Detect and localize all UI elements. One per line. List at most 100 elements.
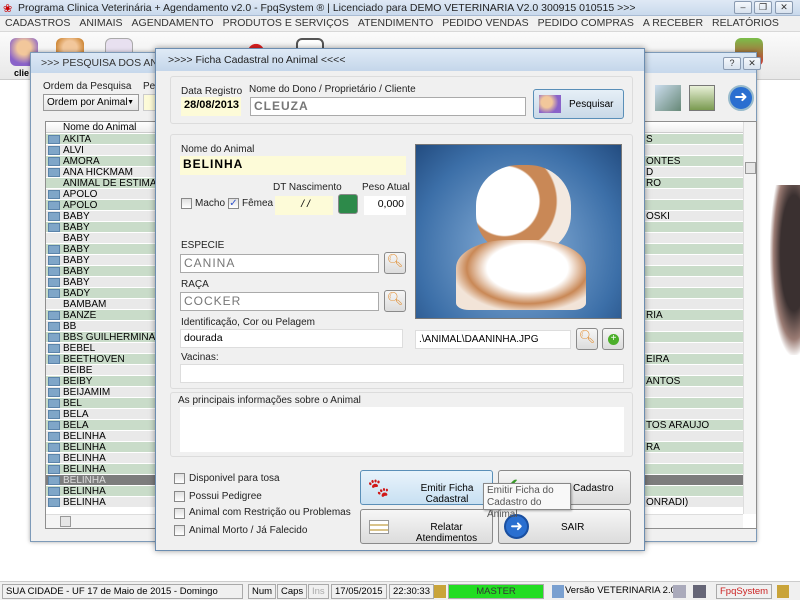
macho-checkbox[interactable] — [181, 198, 192, 209]
form-titlebar: >>>> Ficha Cadastral no Animal <<<< — [156, 49, 644, 71]
ident-label: Identificação, Cor ou Pelagem — [181, 317, 315, 328]
status-version: Versão VETERINARIA 2.0 — [565, 585, 676, 596]
menu-produtos-servicos[interactable]: PRODUTOS E SERVIÇOS — [218, 16, 353, 29]
record-icon — [48, 355, 60, 364]
peso-label: Peso Atual — [362, 182, 410, 193]
data-registro-field[interactable]: 28/08/2013 — [181, 97, 241, 116]
minimize-button[interactable]: – — [734, 1, 752, 14]
menu-relatorios[interactable]: RELATÓRIOS — [707, 16, 783, 29]
especie-label: ESPECIE — [181, 240, 225, 251]
chevron-down-icon: ▼ — [127, 99, 134, 106]
order-select[interactable]: Ordem por Animal ▼ — [43, 94, 139, 111]
especie-field[interactable]: CANINA — [180, 254, 379, 273]
status-num: Num — [248, 584, 277, 599]
pesquisar-button[interactable]: Pesquisar — [533, 89, 624, 119]
photo-path-field[interactable]: .\ANIMAL\DAANINHA.JPG — [415, 330, 571, 349]
menu-cadastros[interactable]: CADASTROS — [0, 16, 74, 29]
owner-name-cell: ONTES — [646, 156, 681, 167]
status-bar: SUA CIDADE - UF 17 de Maio de 2015 - Dom… — [0, 581, 800, 600]
animal-name-cell: BEIBY — [63, 376, 93, 387]
animal-name-cell: BELA — [63, 409, 89, 420]
menu-animais[interactable]: ANIMAIS — [74, 16, 126, 29]
pedigree-checkbox[interactable] — [174, 491, 185, 502]
info-textarea[interactable] — [180, 407, 624, 452]
restore-button[interactable]: ❐ — [754, 1, 772, 14]
help-button[interactable]: ? — [723, 57, 741, 70]
report-icon[interactable] — [689, 85, 715, 111]
status-time: 22:30:33 — [389, 584, 434, 599]
title-bar: ❀ Programa Clinica Veterinária + Agendam… — [0, 0, 800, 16]
record-icon — [48, 245, 60, 254]
owner-name-cell: ANTOS — [646, 376, 681, 387]
ident-field[interactable]: dourada — [180, 329, 403, 348]
tosa-label: Disponivel para tosa — [189, 473, 280, 484]
animal-name-cell: BELINHA — [63, 464, 106, 475]
magnifier-icon: 🔍︎ — [386, 253, 404, 268]
record-icon — [48, 498, 60, 507]
order-label: Ordem da Pesquisa — [43, 81, 132, 92]
pesquisar-label: Pesquisar — [569, 99, 614, 110]
dt-nascimento-field[interactable]: / / — [275, 196, 333, 215]
animal-name-cell: BBS GUILHERMINA — [63, 332, 156, 343]
dt-nascimento-label: DT Nascimento — [273, 182, 342, 193]
printer-icon[interactable] — [673, 585, 686, 598]
emitir-ficha-button[interactable]: 🐾︎ Emitir Ficha Cadastral — [360, 470, 493, 505]
arrow-right-icon[interactable]: ➜ — [728, 85, 754, 111]
order-select-value: Ordem por Animal — [47, 97, 128, 108]
animal-form-dialog: >>>> Ficha Cadastral no Animal <<<< Data… — [155, 48, 645, 551]
restricao-checkbox[interactable] — [174, 508, 185, 519]
relatar-atendimentos-button[interactable]: Relatar Atendimentos — [360, 509, 493, 544]
record-icon — [48, 322, 60, 331]
edit-icon[interactable] — [655, 85, 681, 111]
status-caps: Caps — [277, 584, 308, 599]
record-icon — [48, 465, 60, 474]
record-icon — [48, 443, 60, 452]
restricao-label: Animal com Restrição ou Problemas — [189, 507, 351, 518]
nome-field[interactable]: BELINHA — [180, 156, 406, 175]
photo-add-button[interactable]: + — [602, 328, 624, 350]
animal-name-cell: BEIJAMIM — [63, 387, 111, 398]
femea-checkbox[interactable]: ✓ — [228, 198, 239, 209]
close-button[interactable]: ✕ — [775, 1, 793, 14]
animal-name-cell: ALVI — [63, 145, 84, 156]
raca-field[interactable]: COCKER — [180, 292, 379, 311]
raca-search-button[interactable]: 🔍︎ — [384, 290, 406, 312]
especie-search-button[interactable]: 🔍︎ — [384, 252, 406, 274]
animal-name-cell: BEETHOVEN — [63, 354, 125, 365]
vertical-scrollbar[interactable] — [743, 122, 756, 514]
people-icon — [539, 95, 561, 113]
computer-icon[interactable] — [693, 585, 706, 598]
record-icon — [48, 344, 60, 353]
menu-a-receber[interactable]: A RECEBER — [638, 16, 707, 29]
animal-name-cell: BB — [63, 321, 77, 332]
dono-field[interactable]: CLEUZA — [250, 97, 526, 116]
menu-pedido-vendas[interactable]: PEDIDO VENDAS — [437, 16, 532, 29]
menu-atendimento[interactable]: ATENDIMENTO — [353, 16, 437, 29]
cadastro-label: Cadastro — [573, 483, 614, 494]
animal-name-cell: AKITA — [63, 134, 92, 145]
animal-photo — [415, 144, 622, 319]
peso-field[interactable]: 0,000 — [364, 196, 406, 215]
record-icon — [48, 278, 60, 287]
vacinas-field[interactable] — [180, 364, 624, 383]
animal-name-cell: BEBEL — [63, 343, 96, 354]
scroll-thumb[interactable] — [745, 162, 756, 174]
menu-pedido-compras[interactable]: PEDIDO COMPRAS — [533, 16, 638, 29]
menu-bar: CADASTROS ANIMAIS AGENDAMENTO PRODUTOS E SE… — [0, 16, 800, 42]
falecido-checkbox[interactable] — [174, 525, 185, 536]
menu-agendamento[interactable]: AGENDAMENTO — [127, 16, 218, 29]
record-icon — [48, 168, 60, 177]
record-icon — [48, 212, 60, 221]
users-icon — [434, 585, 446, 598]
photo-search-button[interactable]: 🔍︎ — [576, 328, 598, 350]
column-header-name[interactable]: Nome do Animal — [63, 122, 136, 133]
calendar-button[interactable] — [338, 194, 358, 214]
search-window-close-button[interactable]: ✕ — [743, 57, 761, 70]
animal-name-cell: APOLO — [63, 189, 98, 200]
tosa-checkbox[interactable] — [174, 473, 185, 484]
hscroll-thumb[interactable] — [60, 516, 71, 527]
owner-name-cell: RIA — [646, 310, 663, 321]
femea-label: Fêmea — [242, 198, 274, 209]
pedigree-label: Possui Pedigree — [189, 491, 262, 502]
animal-name-cell: BEL — [63, 398, 82, 409]
